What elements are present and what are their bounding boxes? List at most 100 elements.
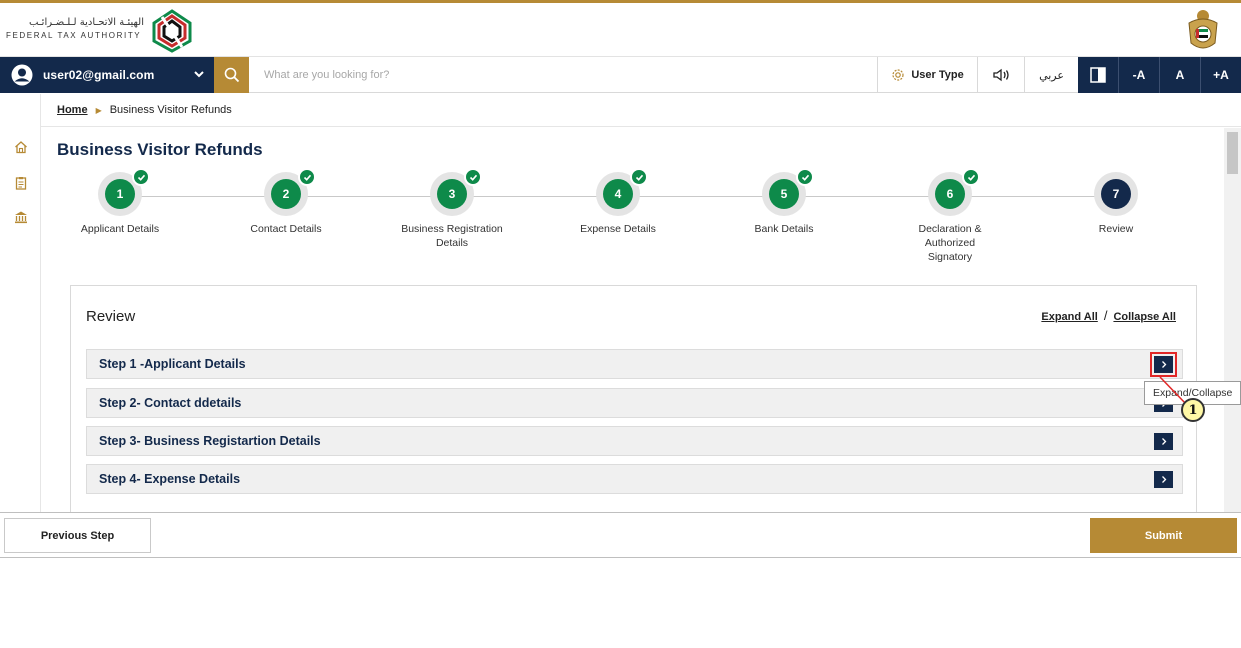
search-input[interactable] [252,61,872,89]
vertical-scrollbar[interactable] [1224,128,1241,512]
progress-stepper: 1 Applicant Details 2 Contact Details 3 … [42,168,1224,282]
utility-toolbar: user02@gmail.com User Type [0,57,1241,93]
main-content: Business Visitor Refunds 1 Applicant Det… [42,128,1224,512]
page-title: Business Visitor Refunds [57,140,263,159]
step-label: Declaration & Authorized Signatory [918,223,982,263]
app-window: الهيئـة الاتحـادية لـلـضـرائـب FEDERAL T… [0,0,1241,558]
expand-all-link[interactable]: Expand All [1041,311,1097,323]
breadcrumb-bar: Home ▶ Business Visitor Refunds [0,94,1241,127]
step-expense-details[interactable]: 4 Expense Details [543,168,693,236]
step-number: 6 [935,179,965,209]
links-separator: / [1103,308,1108,323]
breadcrumb: Home ▶ Business Visitor Refunds [57,104,232,116]
accordion-label: Step 4- Expense Details [99,472,241,486]
checkmark-icon [464,168,482,186]
expand-collapse-button[interactable] [1154,433,1173,450]
step-ring: 5 [762,168,814,216]
step-number: 4 [603,179,633,209]
step-ring: 2 [264,168,316,216]
scrollbar-thumb[interactable] [1227,132,1238,174]
expand-collapse-button[interactable] [1150,352,1177,377]
font-reset-button[interactable]: A [1159,57,1200,93]
chevron-right-icon [1161,476,1166,483]
step-business-registration[interactable]: 3 Business Registration Details [377,168,527,250]
accordion-label: Step 1 -Applicant Details [99,357,246,371]
chevron-down-icon [194,71,204,78]
step-label: Applicant Details [80,223,160,235]
accordion-step-4[interactable]: Step 4- Expense Details [86,464,1183,494]
rail-institution[interactable] [0,204,41,230]
review-title: Review [86,308,136,325]
checkmark-icon [962,168,980,186]
previous-step-button[interactable]: Previous Step [4,518,151,553]
gear-icon [892,69,904,81]
site-header: الهيئـة الاتحـادية لـلـضـرائـب FEDERAL T… [0,3,1241,57]
step-number: 1 [105,179,135,209]
rail-home[interactable] [0,134,41,160]
step-label: Review [1098,223,1134,235]
step-declaration[interactable]: 6 Declaration & Authorized Signatory [875,168,1025,264]
step-number: 5 [769,179,799,209]
search-icon [224,67,239,83]
chevron-right-icon [1161,438,1166,445]
font-decrease-button[interactable]: -A [1118,57,1159,93]
step-applicant-details[interactable]: 1 Applicant Details [45,168,195,236]
step-ring: 4 [596,168,648,216]
checkmark-icon [796,168,814,186]
rail-documents[interactable] [0,170,41,196]
step-bank-details[interactable]: 5 Bank Details [709,168,859,236]
step-label: Expense Details [580,223,656,235]
accordion-label: Step 3- Business Registartion Details [99,434,321,448]
callout-number-badge: 1 [1181,398,1205,422]
logo-arabic-text: الهيئـة الاتحـادية لـلـضـرائـب [28,17,144,28]
expand-collapse-links: Expand All / Collapse All [1041,308,1176,323]
step-label: Contact Details [250,223,322,235]
step-review[interactable]: 7 Review [1041,172,1191,236]
contrast-toggle-button[interactable] [1078,57,1118,93]
accordion-label: Step 2- Contact ddetails [99,396,242,410]
checkmark-icon [630,168,648,186]
step-ring: 7 [1094,172,1138,216]
speaker-icon [993,68,1009,82]
step-contact-details[interactable]: 2 Contact Details [211,168,361,236]
step-ring: 3 [430,168,482,216]
step-label: Bank Details [754,223,814,235]
contrast-icon [1090,67,1106,83]
breadcrumb-home-link[interactable]: Home [57,104,88,116]
breadcrumb-current: Business Visitor Refunds [109,104,232,116]
bank-icon [14,211,27,224]
checkmark-icon [298,168,316,186]
step-ring: 6 [928,168,980,216]
checkmark-icon [132,168,150,186]
user-type-button[interactable]: User Type [877,57,977,93]
user-account-dropdown[interactable]: user02@gmail.com [0,57,214,93]
fta-logo-text[interactable]: الهيئـة الاتحـادية لـلـضـرائـب FEDERAL T… [6,16,146,41]
step-number: 3 [437,179,467,209]
uae-emblem-icon [1188,10,1218,49]
review-card: Review Expand All / Collapse All Step 1 -A… [70,285,1197,512]
collapse-all-link[interactable]: Collapse All [1113,311,1176,323]
step-number: 2 [271,179,301,209]
text-to-speech-button[interactable] [977,57,1024,93]
accordion-step-2[interactable]: Step 2- Contact ddetails [86,388,1183,418]
user-email: user02@gmail.com [43,68,155,82]
action-footer: Previous Step Submit [0,512,1241,558]
fta-logo-icon[interactable] [150,9,194,53]
submit-button[interactable]: Submit [1090,518,1237,553]
search-button[interactable] [214,57,249,93]
logo-english-text: FEDERAL TAX AUTHORITY [6,31,142,40]
font-increase-button[interactable]: +A [1200,57,1241,93]
step-number: 7 [1101,179,1131,209]
language-toggle-arabic[interactable]: عربي [1024,57,1078,93]
expand-collapse-button[interactable] [1154,471,1173,488]
user-avatar-icon [11,64,33,86]
step-label: Business Registration Details [401,223,503,249]
home-icon [14,141,27,154]
accordion-step-1[interactable]: Step 1 -Applicant Details [86,349,1183,379]
user-type-label: User Type [911,69,964,81]
left-rail [0,94,41,512]
clipboard-icon [15,177,26,190]
breadcrumb-separator-icon: ▶ [95,105,102,115]
accordion-step-3[interactable]: Step 3- Business Registartion Details [86,426,1183,456]
step-ring: 1 [98,168,150,216]
